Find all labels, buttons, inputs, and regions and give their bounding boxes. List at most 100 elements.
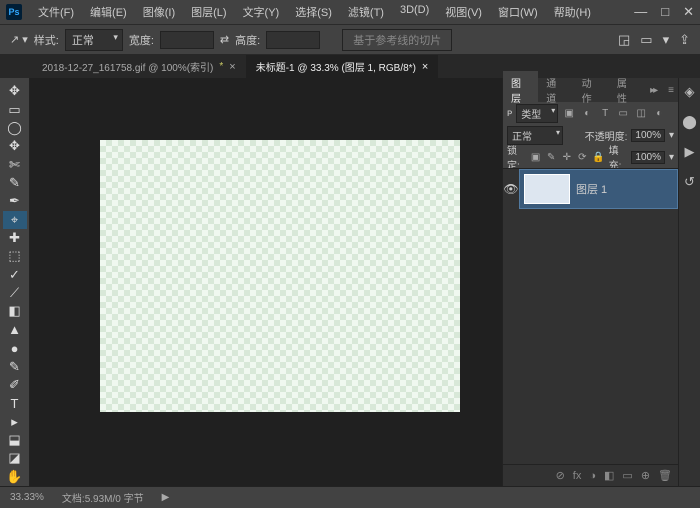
opacity-label: 不透明度: [585, 128, 628, 143]
tool-8[interactable]: ✚ [3, 229, 27, 247]
filter-toggle-icon[interactable]: ◐ [652, 106, 666, 120]
opacity-value[interactable]: 100% [631, 129, 665, 142]
dock-icon-2[interactable]: ▶ [685, 144, 695, 160]
fill-value[interactable]: 100% [631, 151, 665, 164]
tool-16[interactable]: ✐ [3, 376, 27, 394]
panel-layers: 图层 通道 动作 属性 ▸▸ ≡ ᴘ 类型 ▣ ◐ T ▭ ◫ ◐ 正常 不透明… [502, 78, 678, 486]
style-label: 样式: [34, 32, 59, 48]
tool-4[interactable]: ✄ [3, 155, 27, 173]
tool-13[interactable]: ▲ [3, 321, 27, 339]
swap-icon[interactable]: ⇄ [220, 33, 229, 46]
menu-text[interactable]: 文字(Y) [235, 0, 288, 24]
zoom-level[interactable]: 33.33% [10, 492, 44, 503]
tool-21[interactable]: ✋ [3, 468, 27, 486]
arrange-icon[interactable]: ◲ [618, 32, 630, 48]
document-tab[interactable]: 2018-12-27_161758.gif @ 100%(索引) * × [32, 55, 246, 78]
tool-20[interactable]: ◪ [3, 449, 27, 467]
menu-filter[interactable]: 滤镜(T) [340, 0, 392, 24]
menu-edit[interactable]: 编辑(E) [82, 0, 135, 24]
menu-bar: 文件(F) 编辑(E) 图像(I) 图层(L) 文字(Y) 选择(S) 滤镜(T… [30, 0, 599, 24]
lock-pixels-icon[interactable]: ▣ [530, 150, 542, 164]
width-input[interactable] [160, 31, 214, 49]
tool-12[interactable]: ◧ [3, 302, 27, 320]
filter-type-select[interactable]: 类型 [516, 104, 558, 123]
filter-smart-icon[interactable]: ◫ [634, 106, 648, 120]
layer-row[interactable]: 图层 1 [519, 169, 678, 209]
chevron-down-icon[interactable]: ▾ [669, 152, 674, 163]
style-select[interactable]: 正常 [65, 29, 123, 51]
maximize-button[interactable]: □ [661, 4, 669, 20]
layer-name[interactable]: 图层 1 [576, 181, 607, 197]
lock-all-icon[interactable]: 🔒 [592, 150, 604, 164]
adjustment-icon[interactable]: ◧ [604, 469, 614, 482]
filter-shape-icon[interactable]: ▭ [616, 106, 630, 120]
tool-2[interactable]: ◯ [3, 119, 27, 137]
slice-button[interactable]: 基于参考线的切片 [342, 29, 452, 51]
new-layer-icon[interactable]: ⊕ [641, 469, 650, 482]
layer-visibility-icon[interactable]: 👁 [503, 182, 519, 196]
tool-11[interactable]: ⟋ [3, 284, 27, 302]
tool-1[interactable]: ▭ [3, 100, 27, 118]
mask-icon[interactable]: ◑ [589, 470, 596, 482]
canvas-area[interactable] [30, 78, 502, 486]
doc-info[interactable]: 文档:5.93M/0 字节 [62, 490, 144, 505]
tool-9[interactable]: ⬚ [3, 247, 27, 265]
height-input[interactable] [266, 31, 320, 49]
document-tab[interactable]: 未标题-1 @ 33.3% (图层 1, RGB/8*) × [246, 55, 439, 78]
tab-dirty-icon: * [219, 61, 223, 72]
tool-19[interactable]: ⬓ [3, 431, 27, 449]
group-icon[interactable]: ▭ [622, 469, 632, 482]
dock-icon-3[interactable]: ↺ [684, 174, 695, 190]
menu-view[interactable]: 视图(V) [437, 0, 490, 24]
fx-icon[interactable]: fx [573, 470, 582, 482]
menu-help[interactable]: 帮助(H) [546, 0, 599, 24]
panel-menu-icon[interactable]: ≡ [662, 85, 678, 96]
tool-17[interactable]: T [3, 394, 27, 412]
filter-adjust-icon[interactable]: ◐ [580, 106, 594, 120]
dock-icon-1[interactable]: ⬤ [682, 114, 697, 130]
tool-14[interactable]: ● [3, 339, 27, 357]
status-arrow-icon[interactable]: ▶ [162, 492, 170, 503]
menu-3d[interactable]: 3D(D) [392, 0, 437, 24]
tool-10[interactable]: ✓ [3, 266, 27, 284]
blend-mode-select[interactable]: 正常 [507, 126, 563, 145]
right-dock: ◈ ⬤ ▶ ↺ [678, 78, 700, 486]
lock-position-icon[interactable]: ✛ [561, 150, 573, 164]
width-label: 宽度: [129, 32, 154, 48]
tab-close-icon[interactable]: × [422, 61, 428, 73]
tab-close-icon[interactable]: × [229, 61, 235, 73]
toolbox: ✥▭◯✥✄✎✒⌖✚⬚✓⟋◧▲●✎✐T▸⬓◪✋ [0, 78, 30, 486]
panel-expand-icon[interactable]: ▸▸ [644, 85, 662, 96]
dock-icon-0[interactable]: ◈ [685, 84, 695, 100]
screenmode-icon[interactable]: ▭ [640, 32, 652, 48]
menu-image[interactable]: 图像(I) [135, 0, 183, 24]
filter-pixel-icon[interactable]: ▣ [562, 106, 576, 120]
tool-15[interactable]: ✎ [3, 357, 27, 375]
menu-select[interactable]: 选择(S) [287, 0, 340, 24]
canvas[interactable] [100, 140, 460, 412]
minimize-button[interactable]: — [634, 4, 647, 20]
tool-6[interactable]: ✒ [3, 192, 27, 210]
close-button[interactable]: ✕ [683, 4, 694, 20]
lock-artboard-icon[interactable]: ⟳ [577, 150, 589, 164]
tool-7[interactable]: ⌖ [3, 211, 27, 229]
options-bar: ↗ ▾ 样式: 正常 宽度: ⇄ 高度: 基于参考线的切片 ◲ ▭ ▾ ⇪ [0, 24, 700, 54]
tool-preset-icon[interactable]: ↗ ▾ [10, 33, 28, 46]
extras-icon[interactable]: ▾ [663, 32, 670, 48]
menu-layer[interactable]: 图层(L) [183, 0, 234, 24]
status-bar: 33.33% 文档:5.93M/0 字节 ▶ [0, 486, 700, 508]
chevron-down-icon[interactable]: ▾ [669, 130, 674, 141]
tool-0[interactable]: ✥ [3, 82, 27, 100]
lock-paint-icon[interactable]: ✎ [545, 150, 557, 164]
tool-3[interactable]: ✥ [3, 137, 27, 155]
filter-text-icon[interactable]: T [598, 106, 612, 120]
tab-label: 未标题-1 @ 33.3% (图层 1, RGB/8*) [256, 59, 416, 74]
trash-icon[interactable]: 🗑 [658, 469, 672, 482]
menu-file[interactable]: 文件(F) [30, 0, 82, 24]
link-layers-icon[interactable]: ⊘ [556, 469, 565, 482]
layer-thumbnail[interactable] [524, 174, 570, 204]
share-icon[interactable]: ⇪ [679, 32, 690, 48]
tool-5[interactable]: ✎ [3, 174, 27, 192]
tool-18[interactable]: ▸ [3, 412, 27, 430]
menu-window[interactable]: 窗口(W) [490, 0, 546, 24]
